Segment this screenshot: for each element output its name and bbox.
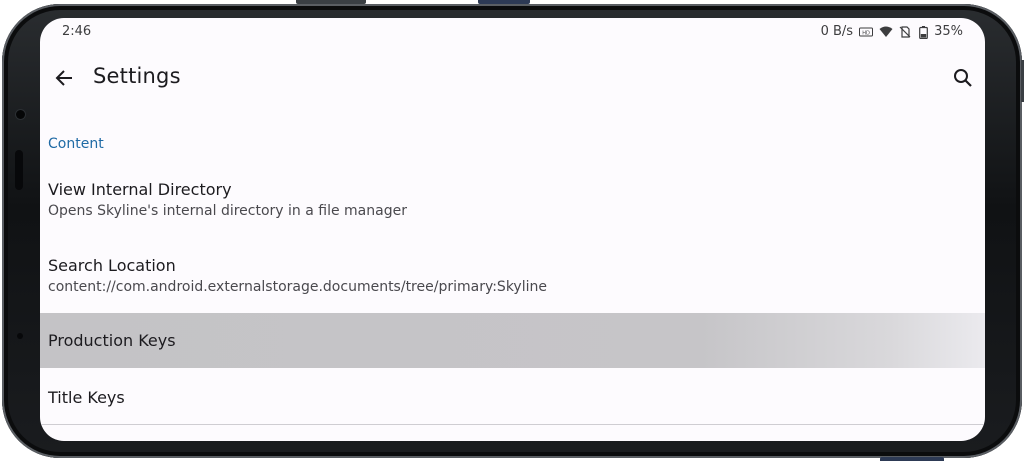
back-button[interactable] bbox=[48, 62, 80, 94]
frame-button-top bbox=[296, 0, 366, 4]
wifi-icon bbox=[879, 26, 893, 38]
pref-production-keys[interactable]: Production Keys bbox=[40, 313, 985, 368]
divider bbox=[40, 424, 985, 425]
sensor-dot bbox=[17, 333, 23, 339]
hd-icon: HD bbox=[859, 26, 874, 38]
pref-view-internal-directory[interactable]: View Internal Directory Opens Skyline's … bbox=[40, 166, 985, 234]
svg-text:HD: HD bbox=[862, 30, 870, 36]
frame-accent-bottom bbox=[880, 457, 944, 461]
pref-title: Title Keys bbox=[48, 388, 125, 407]
pref-title: Production Keys bbox=[48, 331, 176, 350]
screen: 2:46 0 B/s HD 35% Settings Content View … bbox=[40, 18, 985, 441]
device: 2:46 0 B/s HD 35% Settings Content View … bbox=[0, 0, 1024, 461]
status-indicators: 0 B/s HD 35% bbox=[821, 24, 963, 39]
pref-title: View Internal Directory bbox=[48, 180, 232, 199]
frame-accent-top bbox=[478, 0, 530, 4]
pref-summary: Opens Skyline's internal directory in a … bbox=[48, 203, 407, 219]
sensor-slot bbox=[15, 150, 23, 190]
status-time: 2:46 bbox=[62, 24, 92, 39]
search-icon bbox=[954, 69, 972, 87]
battery-icon bbox=[919, 25, 928, 39]
search-button[interactable] bbox=[947, 62, 979, 94]
no-sim-icon bbox=[899, 25, 913, 38]
page-title: Settings bbox=[93, 64, 181, 88]
front-camera bbox=[16, 110, 25, 119]
section-header-content: Content bbox=[48, 136, 104, 152]
arrow-back-icon bbox=[55, 70, 72, 86]
pref-title-keys[interactable]: Title Keys bbox=[40, 370, 985, 425]
app-bar: Settings bbox=[40, 58, 985, 98]
pref-search-location[interactable]: Search Location content://com.android.ex… bbox=[40, 242, 985, 310]
pref-title: Search Location bbox=[48, 256, 176, 275]
battery-percent: 35% bbox=[934, 24, 963, 39]
net-speed: 0 B/s bbox=[820, 24, 854, 39]
status-bar: 2:46 0 B/s HD 35% bbox=[40, 18, 985, 46]
pref-summary: content://com.android.externalstorage.do… bbox=[48, 279, 547, 295]
